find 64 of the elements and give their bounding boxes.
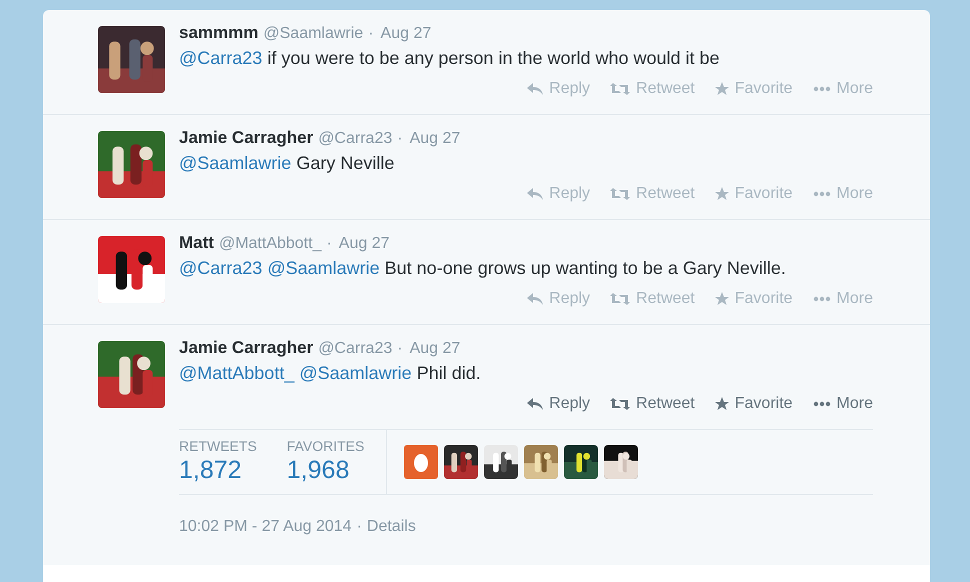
favorite-button[interactable]: Favorite — [714, 394, 793, 414]
reply-button[interactable]: Reply — [527, 289, 590, 309]
more-button[interactable]: More — [812, 79, 873, 99]
tweet-time[interactable]: Aug 27 — [410, 129, 460, 149]
stat-count[interactable]: RETWEETS 1,872 — [179, 438, 257, 486]
tweet-text: @MattAbbott_ @Saamlawrie Phil did. — [179, 362, 482, 385]
reply-button[interactable]: Reply — [527, 394, 590, 414]
reply-icon — [527, 293, 544, 305]
mention-link[interactable]: @Saamlawrie — [179, 153, 292, 173]
separator-dot: · — [397, 129, 403, 149]
retweet-icon — [610, 188, 630, 200]
mention-link[interactable]: @Saamlawrie — [299, 363, 412, 383]
more-button[interactable]: More — [812, 184, 873, 204]
favorite-button[interactable]: Favorite — [714, 184, 793, 204]
star-icon — [714, 82, 729, 96]
tweet-text: @Carra23 @Saamlawrie But no-one grows up wanting to be a Gary Neville. — [179, 257, 787, 280]
stat-count[interactable]: FAVORITES 1,968 — [286, 438, 364, 486]
retweet-button[interactable]: Retweet — [610, 289, 695, 309]
more-button[interactable]: More — [812, 394, 873, 414]
tweet-timestamp: 10:02 PM - 27 Aug 2014 — [179, 517, 352, 537]
tweet-text: @Carra23 if you were to be any person in the world who would it be — [179, 47, 721, 70]
mention-link[interactable]: @Saamlawrie — [267, 258, 380, 278]
user-handle: @Saamlawrie — [263, 24, 364, 44]
reply-icon — [527, 188, 544, 200]
more-button[interactable]: More — [812, 289, 873, 309]
user-name[interactable]: Matt — [179, 233, 214, 253]
more-icon — [812, 296, 831, 302]
tweet-time[interactable]: Aug 27 — [380, 24, 432, 44]
tweet-time[interactable]: Aug 27 — [338, 234, 390, 254]
retweet-button[interactable]: Retweet — [610, 184, 695, 204]
more-icon — [812, 191, 831, 197]
retweet-button[interactable]: Retweet — [610, 79, 695, 99]
reply-button[interactable]: Reply — [527, 79, 590, 99]
details-link[interactable]: Details — [366, 515, 416, 539]
user-handle: @Carra23 — [318, 129, 392, 149]
tweet-time[interactable]: Aug 27 — [410, 339, 460, 359]
star-icon — [714, 187, 729, 201]
reply-button[interactable]: Reply — [527, 184, 590, 204]
separator-dot: · — [368, 24, 374, 44]
favorite-button[interactable]: Favorite — [714, 289, 793, 309]
more-icon — [812, 401, 831, 407]
tweet-text: @Saamlawrie Gary Neville — [179, 152, 396, 175]
reply-icon — [527, 83, 544, 95]
mention-link[interactable]: @MattAbbott_ — [179, 363, 294, 383]
star-icon — [714, 397, 729, 411]
mention-link[interactable]: @Carra23 — [179, 48, 262, 68]
reply-icon — [527, 398, 544, 410]
user-name[interactable]: sammmm — [179, 23, 258, 43]
separator-dot: · — [326, 234, 332, 254]
retweet-button[interactable]: Retweet — [610, 394, 695, 414]
retweet-icon — [610, 293, 630, 305]
egg-avatar-icon[interactable] — [404, 445, 438, 479]
user-handle: @Carra23 — [318, 339, 392, 359]
more-icon — [812, 86, 831, 92]
retweet-icon — [610, 83, 630, 95]
user-handle: @MattAbbott_ — [218, 234, 322, 254]
user-name[interactable]: Jamie Carragher — [179, 338, 314, 358]
separator-dot: · — [397, 339, 403, 359]
mention-link[interactable]: @Carra23 — [179, 258, 262, 278]
retweet-icon — [610, 398, 630, 410]
favorite-button[interactable]: Favorite — [714, 79, 793, 99]
user-name[interactable]: Jamie Carragher — [179, 128, 314, 148]
star-icon — [714, 292, 729, 306]
separator-dot: · — [356, 517, 362, 537]
